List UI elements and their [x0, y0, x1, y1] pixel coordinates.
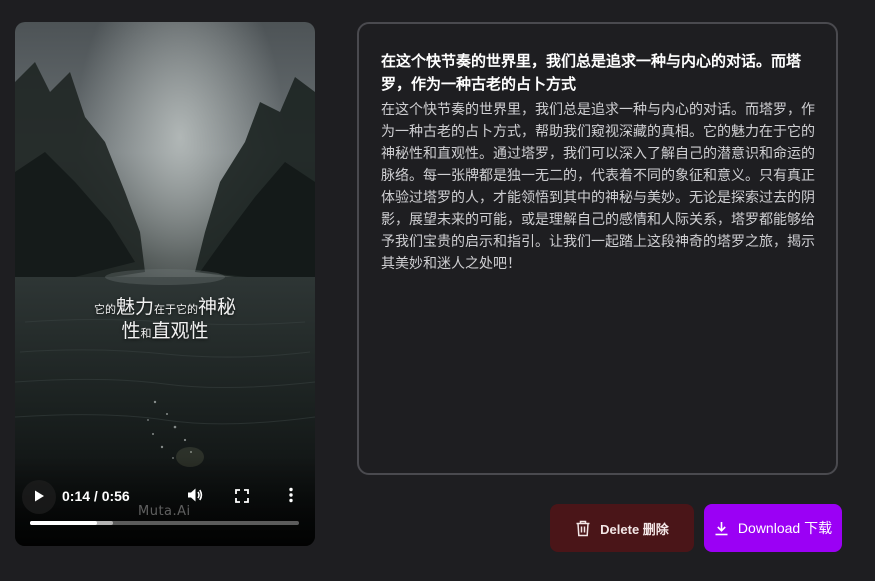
- play-button[interactable]: [22, 480, 56, 514]
- time-display: 0:14 / 0:56: [62, 488, 130, 504]
- subtitle-text: 神秘: [198, 296, 237, 318]
- subtitle-line-2: 性和直观性: [15, 320, 315, 344]
- watermark-logo: Muta.Ai: [138, 504, 191, 519]
- subtitle-text: 性: [121, 319, 141, 342]
- download-button-label: Download 下载: [737, 520, 833, 536]
- video-player[interactable]: 它的魅力在于它的神秘 性和直观性 Muta.Ai 0:14 / 0:56: [15, 22, 315, 546]
- video-progress-bar[interactable]: [30, 521, 299, 525]
- video-subtitle: 它的魅力在于它的神秘 性和直观性: [15, 296, 315, 344]
- subtitle-text: 和: [140, 326, 152, 340]
- controls-overlay: [15, 456, 315, 546]
- content-title: 在这个快节奏的世界里，我们总是追求一种与内心的对话。而塔罗，作为一种古老的占卜方…: [381, 52, 802, 93]
- fullscreen-icon: [235, 488, 249, 507]
- download-button[interactable]: Download 下载: [704, 504, 842, 552]
- subtitle-line-1: 它的魅力在于它的神秘: [15, 296, 315, 320]
- trash-icon: [575, 520, 591, 537]
- more-options-button[interactable]: [280, 486, 302, 508]
- more-vertical-icon: [288, 487, 294, 507]
- volume-button[interactable]: [184, 486, 206, 508]
- delete-button-label: Delete 删除: [600, 521, 669, 537]
- progress-played: [30, 521, 98, 525]
- download-icon: [714, 521, 729, 536]
- subtitle-text: 魅力: [115, 296, 154, 318]
- fullscreen-button[interactable]: [231, 486, 253, 508]
- play-icon: [32, 488, 46, 507]
- subtitle-text: 在于它的: [154, 303, 198, 316]
- page: 它的魅力在于它的神秘 性和直观性 Muta.Ai 0:14 / 0:56 在这个…: [0, 0, 875, 581]
- subtitle-text: 直观性: [151, 319, 209, 342]
- delete-button[interactable]: Delete 删除: [550, 504, 694, 552]
- content-panel: 在这个快节奏的世界里，我们总是追求一种与内心的对话。而塔罗，作为一种古老的占卜方…: [357, 22, 838, 475]
- volume-icon: [186, 486, 204, 508]
- content-body: 在这个快节奏的世界里，我们总是追求一种与内心的对话。而塔罗，作为一种古老的占卜方…: [381, 102, 815, 272]
- subtitle-text: 它的: [93, 303, 116, 316]
